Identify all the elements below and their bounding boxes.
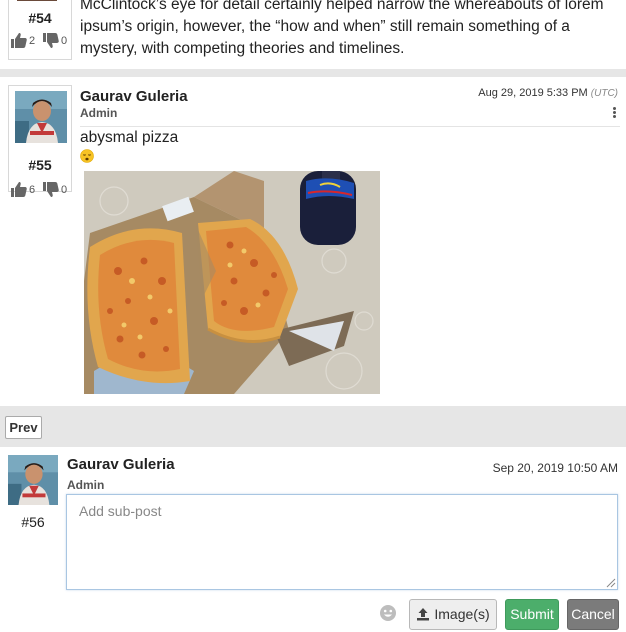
post-meta-card: #55 6 0 — [8, 85, 72, 197]
post-55: #55 6 0 Gaurav Guleria Admin Aug 29, 201… — [0, 77, 626, 406]
post-body: McClintock’s eye for detail certainly he… — [80, 0, 604, 57]
thumbs-up-icon — [11, 33, 27, 48]
avatar[interactable] — [17, 0, 57, 1]
dislike-button[interactable]: 0 — [43, 182, 67, 197]
sleepy-face-emoji — [80, 149, 94, 163]
post-meta-card: #54 2 0 — [8, 0, 72, 60]
kebab-menu-icon[interactable] — [613, 107, 617, 119]
prev-page-button[interactable]: Prev — [5, 416, 42, 439]
like-count: 2 — [29, 34, 36, 47]
add-image-label: Image(s) — [434, 606, 490, 622]
pagination-bar: Prev — [0, 406, 626, 447]
author-role: Admin — [67, 478, 105, 492]
subpost-composer: #56 Gaurav Guleria Admin Sep 20, 2019 10… — [0, 447, 626, 632]
post-body: abysmal pizza — [80, 129, 179, 146]
dislike-count: 0 — [61, 34, 68, 47]
dislike-button[interactable]: 0 — [43, 33, 67, 48]
post-divider — [0, 69, 626, 77]
like-button[interactable]: 6 — [11, 182, 35, 197]
dislike-count: 0 — [61, 183, 68, 196]
like-button[interactable]: 2 — [11, 33, 35, 48]
upload-icon — [417, 608, 430, 621]
cancel-button[interactable]: Cancel — [567, 599, 619, 630]
post-image[interactable] — [84, 171, 380, 394]
author-name[interactable]: Gaurav Guleria — [80, 88, 188, 105]
subpost-input[interactable] — [66, 494, 618, 590]
like-count: 6 — [29, 183, 36, 196]
timezone-label: (UTC) — [590, 88, 618, 99]
avatar[interactable] — [8, 455, 58, 505]
vote-bar: 2 0 — [11, 33, 73, 51]
post-timestamp: Aug 29, 2019 5:33 PM (UTC) — [478, 87, 618, 99]
thumbs-up-icon — [11, 182, 27, 197]
author-name[interactable]: Gaurav Guleria — [67, 456, 175, 473]
thumbs-down-icon — [43, 33, 59, 48]
avatar[interactable] — [15, 91, 67, 143]
post-number: #56 — [21, 514, 45, 530]
post-54: #54 2 0 McClintock’s eye for detail cert… — [0, 0, 626, 70]
emoji-picker-icon[interactable] — [379, 604, 397, 622]
header-divider — [80, 126, 620, 127]
author-role: Admin — [80, 106, 118, 120]
add-image-button[interactable]: Image(s) — [409, 599, 497, 630]
post-number: #55 — [28, 157, 52, 173]
thumbs-down-icon — [43, 182, 59, 197]
submit-button[interactable]: Submit — [505, 599, 559, 630]
post-date: Aug 29, 2019 5:33 PM — [478, 87, 588, 99]
post-number: #54 — [28, 10, 52, 26]
vote-bar: 6 0 — [11, 182, 73, 200]
textarea-resize-icon[interactable] — [606, 578, 616, 588]
post-timestamp: Sep 20, 2019 10:50 AM — [492, 461, 618, 475]
